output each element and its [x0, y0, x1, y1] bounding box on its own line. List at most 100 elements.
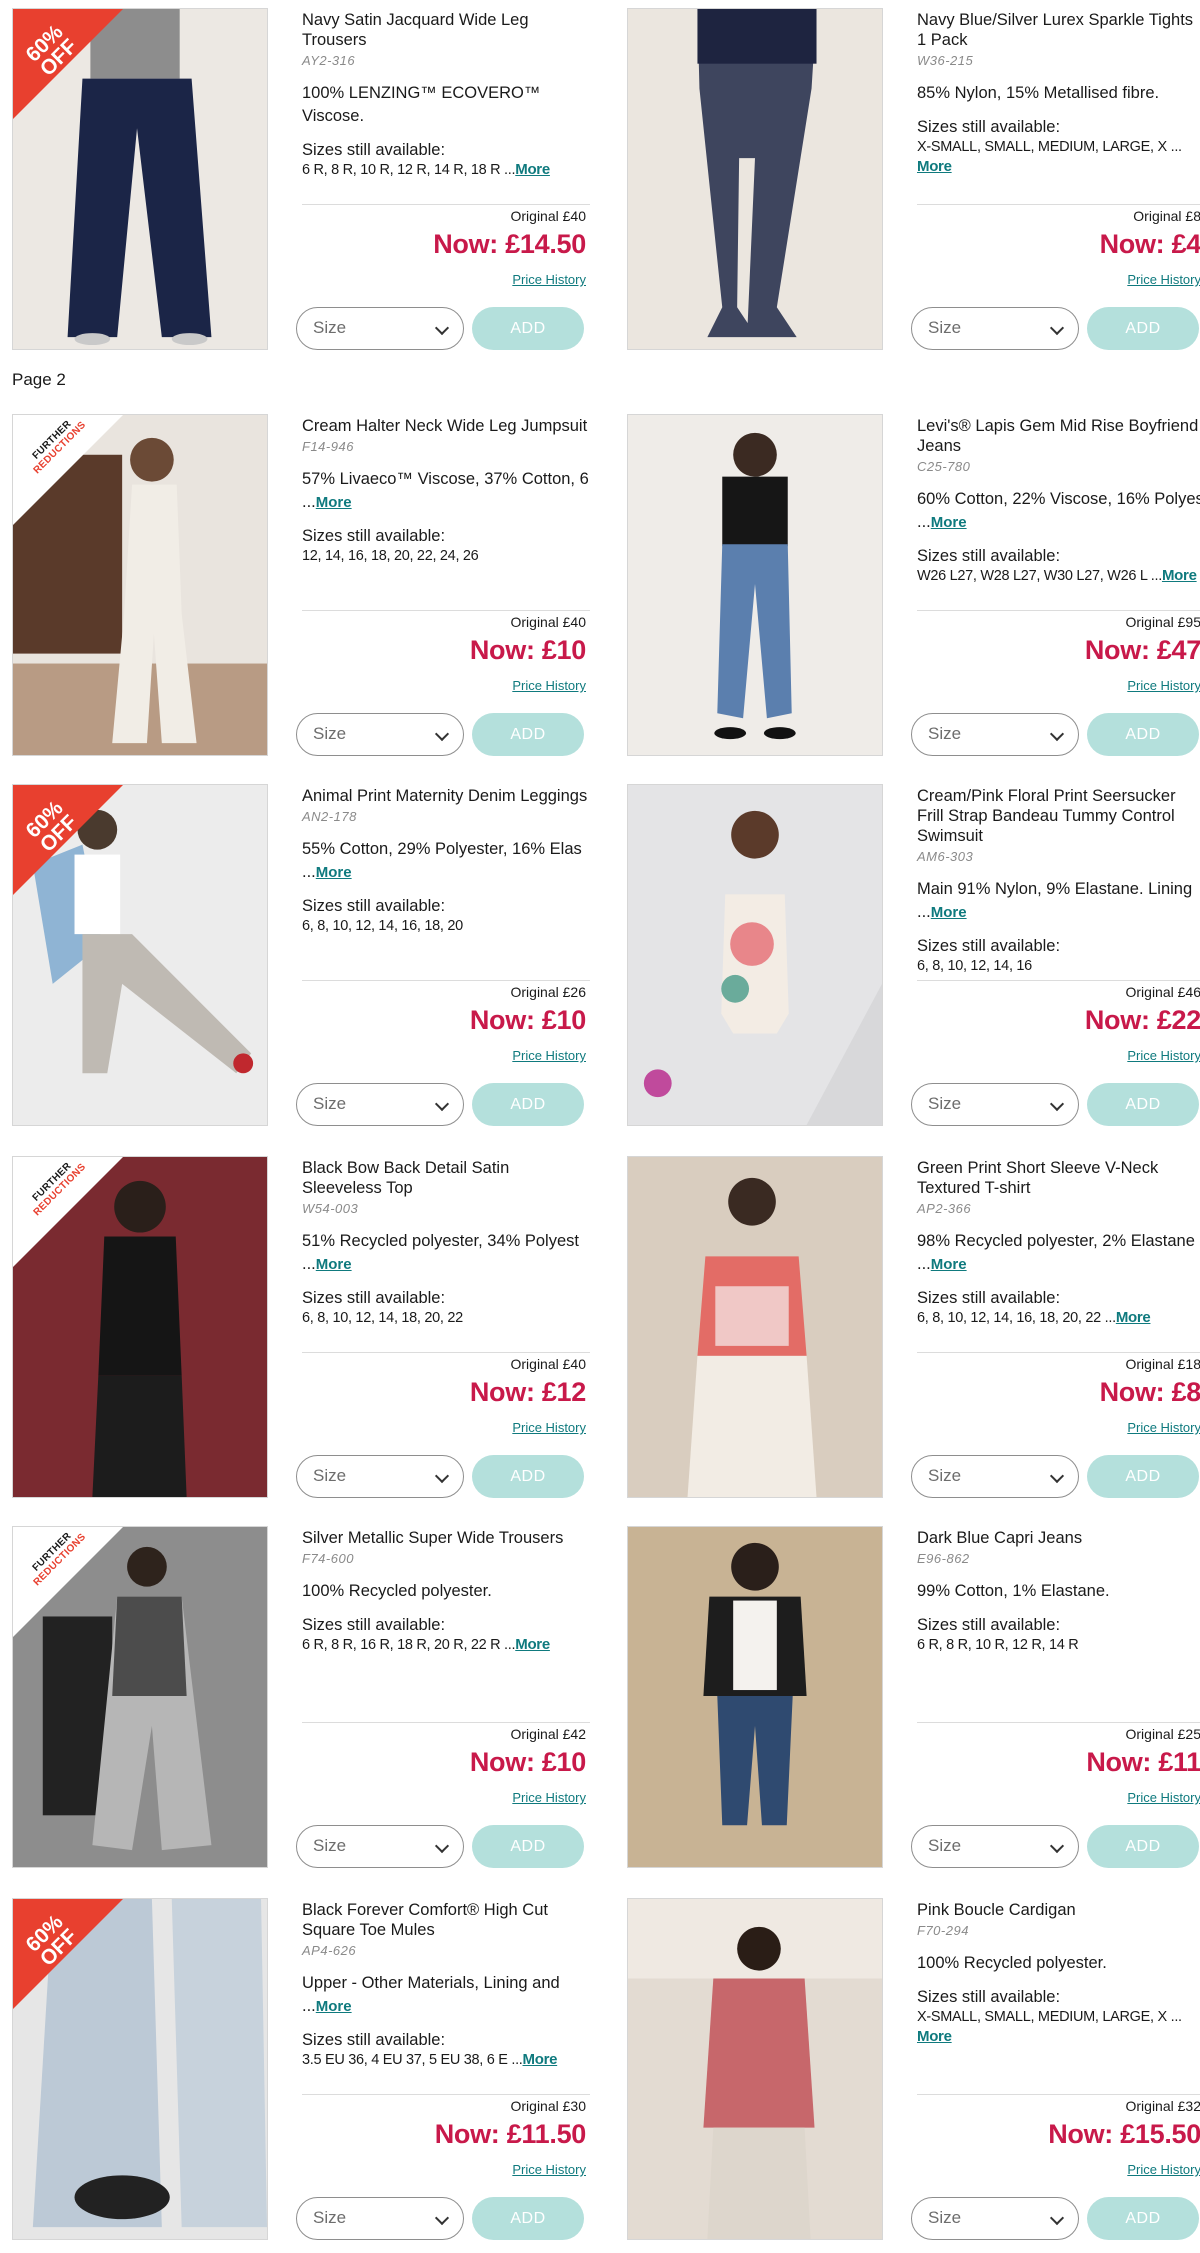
- sizes-more-link[interactable]: More: [523, 2051, 558, 2068]
- composition-more-link[interactable]: More: [316, 494, 352, 511]
- sale-price: Now: £22: [1084, 1005, 1200, 1035]
- composition-more-link[interactable]: More: [316, 1256, 352, 1273]
- composition-more-link[interactable]: More: [931, 904, 967, 921]
- size-select[interactable]: Size: [911, 1083, 1079, 1126]
- size-select[interactable]: Size: [296, 713, 464, 756]
- product-code: F74-600: [302, 1551, 354, 1566]
- composition-more-link[interactable]: More: [931, 514, 967, 531]
- size-select[interactable]: Size: [296, 1825, 464, 1868]
- product-title[interactable]: Silver Metallic Super Wide Trousers: [302, 1528, 590, 1548]
- product-image-art: [13, 1899, 267, 2239]
- add-to-bag-button[interactable]: ADD: [1087, 2197, 1199, 2240]
- sizes-more-link[interactable]: More: [917, 2028, 952, 2045]
- product-image[interactable]: FURTHER REDUCTIONS: [12, 1526, 268, 1868]
- price-history-link[interactable]: Price History: [512, 678, 586, 693]
- product-image[interactable]: [627, 414, 883, 756]
- price-history-link[interactable]: Price History: [1127, 1420, 1200, 1435]
- add-to-bag-button[interactable]: ADD: [1087, 1083, 1199, 1126]
- sizes-heading: Sizes still available:: [917, 1289, 1061, 1307]
- add-to-bag-button[interactable]: ADD: [1087, 713, 1199, 756]
- size-select[interactable]: Size: [296, 307, 464, 350]
- price-history-link[interactable]: Price History: [1127, 1048, 1200, 1063]
- chevron-down-icon: [434, 1468, 450, 1484]
- product-card: FURTHER REDUCTIONS Cream Halter Neck Wide …: [12, 414, 592, 756]
- sizes-more-link[interactable]: More: [515, 1636, 550, 1653]
- size-select[interactable]: Size: [911, 713, 1079, 756]
- composition-more-link[interactable]: More: [316, 864, 352, 881]
- product-details: Silver Metallic Super Wide Trousers F74-6…: [302, 1528, 590, 1655]
- price-history-link[interactable]: Price History: [1127, 2162, 1200, 2177]
- sizes-text: 3.5 EU 36, 4 EU 37, 5 EU 38, 6 E ...: [302, 2052, 523, 2068]
- product-title[interactable]: Black Forever Comfort® High Cut Square T…: [302, 1900, 590, 1940]
- product-image[interactable]: FURTHER REDUCTIONS: [12, 1156, 268, 1498]
- product-composition: 51% Recycled polyester, 34% Polyest ...M…: [302, 1230, 590, 1276]
- product-image[interactable]: 60% OFF: [12, 784, 268, 1126]
- sizes-more-link[interactable]: More: [515, 161, 550, 178]
- size-select[interactable]: Size: [296, 1455, 464, 1498]
- add-to-bag-button[interactable]: ADD: [1087, 1455, 1199, 1498]
- price-history-link[interactable]: Price History: [1127, 678, 1200, 693]
- add-to-bag-button[interactable]: ADD: [472, 2197, 584, 2240]
- product-title[interactable]: Levi's® Lapis Gem Mid Rise Boyfriend Jea…: [917, 416, 1200, 456]
- add-to-bag-button[interactable]: ADD: [1087, 1825, 1199, 1868]
- product-title[interactable]: Dark Blue Capri Jeans: [917, 1528, 1200, 1548]
- composition-more-link[interactable]: More: [316, 1998, 352, 2015]
- product-image[interactable]: 60% OFF: [12, 1898, 268, 2240]
- add-to-bag-button[interactable]: ADD: [472, 1083, 584, 1126]
- product-image[interactable]: [627, 1156, 883, 1498]
- product-title[interactable]: Cream Halter Neck Wide Leg Jumpsuit: [302, 416, 590, 436]
- product-image[interactable]: [627, 8, 883, 350]
- product-card: Levi's® Lapis Gem Mid Rise Boyfriend Jea…: [627, 414, 1200, 756]
- price-history-link[interactable]: Price History: [512, 1048, 586, 1063]
- size-select[interactable]: Size: [911, 307, 1079, 350]
- size-select[interactable]: Size: [296, 1083, 464, 1126]
- product-title[interactable]: Navy Satin Jacquard Wide Leg Trousers: [302, 10, 590, 50]
- sizes-more-link[interactable]: More: [1116, 1309, 1151, 1326]
- add-to-bag-button[interactable]: ADD: [472, 713, 584, 756]
- product-info: Animal Print Maternity Denim Leggings AN2…: [296, 784, 590, 1126]
- product-title[interactable]: Black Bow Back Detail Satin Sleeveless T…: [302, 1158, 590, 1198]
- product-info: Pink Boucle Cardigan F70-294 100% Recycled…: [911, 1898, 1200, 2240]
- original-price: Original £40: [510, 208, 587, 224]
- price-history-link[interactable]: Price History: [512, 2162, 586, 2177]
- product-image[interactable]: [627, 1526, 883, 1868]
- product-card: Pink Boucle Cardigan F70-294 100% Recycled…: [627, 1898, 1200, 2240]
- size-select[interactable]: Size: [911, 1455, 1079, 1498]
- product-title[interactable]: Animal Print Maternity Denim Leggings: [302, 786, 590, 806]
- product-image[interactable]: [627, 784, 883, 1126]
- sizes-heading: Sizes still available:: [302, 1289, 446, 1307]
- sizes-more-link[interactable]: More: [1162, 567, 1197, 584]
- product-title[interactable]: Cream/Pink Floral Print Seersucker Frill…: [917, 786, 1200, 846]
- product-title[interactable]: Navy Blue/Silver Lurex Sparkle Tights 1 …: [917, 10, 1200, 50]
- price-history-link[interactable]: Price History: [512, 1790, 586, 1805]
- add-to-bag-button[interactable]: ADD: [1087, 307, 1199, 350]
- sizes-available: W26 L27, W28 L27, W30 L27, W26 L ...More: [917, 566, 1200, 586]
- size-select[interactable]: Size: [296, 2197, 464, 2240]
- product-details: Navy Blue/Silver Lurex Sparkle Tights 1 …: [917, 10, 1200, 177]
- add-to-bag-button[interactable]: ADD: [472, 307, 584, 350]
- sizes-text: 6, 8, 10, 12, 14, 16, 18, 20, 22 ...: [917, 1310, 1116, 1326]
- product-image[interactable]: FURTHER REDUCTIONS: [12, 414, 268, 756]
- product-card: Cream/Pink Floral Print Seersucker Frill…: [627, 784, 1200, 1126]
- product-title[interactable]: Green Print Short Sleeve V-Neck Textured…: [917, 1158, 1200, 1198]
- product-code: AP2-366: [917, 1201, 972, 1216]
- sale-price: Now: £47: [1084, 635, 1200, 665]
- price-history-link[interactable]: Price History: [1127, 272, 1200, 287]
- sizes-available: 6, 8, 10, 12, 14, 16, 18, 20: [302, 916, 590, 936]
- product-title[interactable]: Pink Boucle Cardigan: [917, 1900, 1200, 1920]
- product-code: C25-780: [917, 459, 971, 474]
- price-history-link[interactable]: Price History: [512, 1420, 586, 1435]
- add-to-bag-button[interactable]: ADD: [472, 1825, 584, 1868]
- product-composition: 100% LENZING™ ECOVERO™ Viscose.: [302, 82, 590, 128]
- size-select[interactable]: Size: [911, 1825, 1079, 1868]
- add-to-bag-button[interactable]: ADD: [472, 1455, 584, 1498]
- size-select[interactable]: Size: [911, 2197, 1079, 2240]
- product-info: Levi's® Lapis Gem Mid Rise Boyfriend Jea…: [911, 414, 1200, 756]
- price-history-link[interactable]: Price History: [512, 272, 586, 287]
- price-history-link[interactable]: Price History: [1127, 1790, 1200, 1805]
- composition-more-link[interactable]: More: [931, 1256, 967, 1273]
- product-image[interactable]: 60% OFF: [12, 8, 268, 350]
- sizes-more-link[interactable]: More: [917, 158, 952, 175]
- product-image[interactable]: [627, 1898, 883, 2240]
- sizes-available: 6 R, 8 R, 10 R, 12 R, 14 R: [917, 1635, 1200, 1655]
